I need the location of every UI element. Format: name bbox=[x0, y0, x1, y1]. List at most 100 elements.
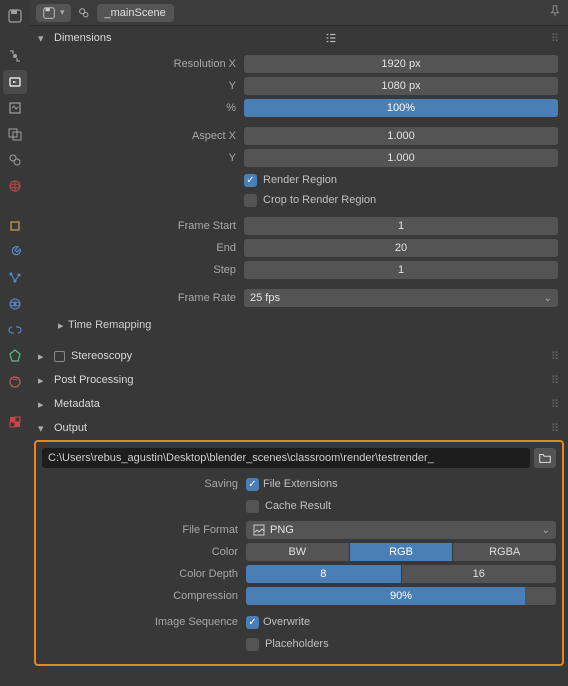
frame-start-label: Frame Start bbox=[40, 220, 240, 232]
scene-name-field[interactable]: _mainScene bbox=[97, 4, 174, 22]
placeholders-label: Placeholders bbox=[265, 638, 329, 650]
object-icon[interactable] bbox=[3, 214, 27, 238]
compression-label: Compression bbox=[42, 590, 242, 602]
aspect-y-field[interactable]: 1.000 bbox=[244, 149, 558, 167]
image-icon bbox=[252, 523, 266, 537]
metadata-header[interactable]: ▸ Metadata ⠿ bbox=[30, 392, 568, 416]
aspect-x-field[interactable]: 1.000 bbox=[244, 127, 558, 145]
res-y-field[interactable]: 1080 px bbox=[244, 77, 558, 95]
render-icon[interactable] bbox=[3, 70, 27, 94]
panel-drag-icon[interactable]: ⠿ bbox=[551, 32, 560, 45]
output-title: Output bbox=[54, 422, 87, 434]
crop-region-label: Crop to Render Region bbox=[263, 194, 376, 206]
collapse-arrow-icon: ▾ bbox=[38, 422, 48, 435]
res-y-label: Y bbox=[40, 80, 240, 92]
expand-arrow-icon: ▸ bbox=[38, 350, 48, 363]
expand-arrow-icon: ▸ bbox=[52, 319, 64, 332]
expand-arrow-icon: ▸ bbox=[38, 398, 48, 411]
aspect-x-label: Aspect X bbox=[40, 130, 240, 142]
compression-slider[interactable]: 90% bbox=[246, 587, 556, 605]
color-bw-button[interactable]: BW bbox=[246, 543, 349, 561]
world-icon[interactable] bbox=[3, 174, 27, 198]
folder-icon bbox=[538, 451, 552, 465]
pin-icon[interactable] bbox=[548, 4, 562, 21]
crop-region-checkbox[interactable] bbox=[244, 194, 257, 207]
dimensions-title: Dimensions bbox=[54, 32, 111, 44]
particles-icon[interactable] bbox=[3, 266, 27, 290]
physics-icon[interactable] bbox=[3, 292, 27, 316]
cache-result-checkbox[interactable] bbox=[246, 500, 259, 513]
expand-arrow-icon: ▸ bbox=[38, 374, 48, 387]
scene-icon[interactable] bbox=[3, 148, 27, 172]
texture-icon[interactable] bbox=[3, 410, 27, 434]
left-toolbar bbox=[0, 0, 30, 686]
frame-end-field[interactable]: 20 bbox=[244, 239, 558, 257]
panel-drag-icon[interactable]: ⠿ bbox=[551, 398, 560, 411]
file-extensions-checkbox[interactable]: ✓ bbox=[246, 478, 259, 491]
collapse-arrow-icon: ▾ bbox=[38, 32, 48, 45]
depth-8-button[interactable]: 8 bbox=[246, 565, 401, 583]
time-remapping-header[interactable]: ▸ Time Remapping bbox=[40, 314, 558, 336]
placeholders-checkbox[interactable] bbox=[246, 638, 259, 651]
cache-result-label: Cache Result bbox=[265, 500, 331, 512]
frame-start-field[interactable]: 1 bbox=[244, 217, 558, 235]
save-dropdown-icon[interactable] bbox=[3, 4, 27, 28]
overwrite-checkbox[interactable]: ✓ bbox=[246, 616, 259, 629]
frame-step-field[interactable]: 1 bbox=[244, 261, 558, 279]
panel-drag-icon[interactable]: ⠿ bbox=[551, 350, 560, 363]
frame-rate-label: Frame Rate bbox=[40, 292, 240, 304]
chevron-down-icon: ⌄ bbox=[544, 293, 552, 304]
constraint-icon[interactable] bbox=[3, 318, 27, 342]
metadata-title: Metadata bbox=[54, 398, 100, 410]
color-label: Color bbox=[42, 546, 242, 558]
viewlayer-icon[interactable] bbox=[3, 122, 27, 146]
output-header[interactable]: ▾ Output ⠿ bbox=[30, 416, 568, 440]
panel-drag-icon[interactable]: ⠿ bbox=[551, 422, 560, 435]
post-processing-title: Post Processing bbox=[54, 374, 133, 386]
color-rgba-button[interactable]: RGBA bbox=[453, 543, 556, 561]
frame-step-label: Step bbox=[40, 264, 240, 276]
preset-list-icon[interactable] bbox=[323, 30, 339, 46]
color-depth-label: Color Depth bbox=[42, 568, 242, 580]
frame-end-label: End bbox=[40, 242, 240, 254]
output-path-field[interactable]: C:\Users\rebus_agustin\Desktop\blender_s… bbox=[42, 448, 530, 468]
time-remapping-label: Time Remapping bbox=[68, 319, 151, 331]
res-pct-slider[interactable]: 100% bbox=[244, 99, 558, 117]
file-format-dropdown[interactable]: PNG ⌄ bbox=[246, 521, 556, 539]
render-region-checkbox[interactable]: ✓ bbox=[244, 174, 257, 187]
res-x-label: Resolution X bbox=[40, 58, 240, 70]
panel-header: ▾ _mainScene bbox=[30, 0, 568, 26]
tool-icon[interactable] bbox=[3, 44, 27, 68]
overwrite-label: Overwrite bbox=[263, 616, 310, 628]
dimensions-header[interactable]: ▾ Dimensions ⠿ bbox=[30, 26, 568, 50]
saving-label: Saving bbox=[42, 478, 242, 490]
color-mode-group: BW RGB RGBA bbox=[246, 543, 556, 561]
mesh-icon[interactable] bbox=[3, 344, 27, 368]
scene-icon-small bbox=[77, 6, 91, 20]
stereoscopy-header[interactable]: ▸ Stereoscopy ⠿ bbox=[30, 344, 568, 368]
dimensions-panel: ▾ Dimensions ⠿ Resolution X 1920 px Y 10… bbox=[30, 26, 568, 344]
panel-drag-icon[interactable]: ⠿ bbox=[551, 374, 560, 387]
browse-folder-button[interactable] bbox=[534, 448, 556, 468]
post-processing-header[interactable]: ▸ Post Processing ⠿ bbox=[30, 368, 568, 392]
res-x-field[interactable]: 1920 px bbox=[244, 55, 558, 73]
modifier-icon[interactable] bbox=[3, 240, 27, 264]
render-region-label: Render Region bbox=[263, 174, 337, 186]
chevron-down-icon: ⌄ bbox=[542, 525, 550, 536]
stereoscopy-title: Stereoscopy bbox=[71, 350, 132, 362]
properties-panel: ▾ _mainScene ▾ Dimensions ⠿ Resolution X… bbox=[30, 0, 568, 686]
output-icon[interactable] bbox=[3, 96, 27, 120]
depth-16-button[interactable]: 16 bbox=[402, 565, 557, 583]
frame-rate-dropdown[interactable]: 25 fps ⌄ bbox=[244, 289, 558, 307]
aspect-y-label: Y bbox=[40, 152, 240, 164]
color-depth-group: 8 16 bbox=[246, 565, 556, 583]
color-rgb-button[interactable]: RGB bbox=[350, 543, 453, 561]
material-icon[interactable] bbox=[3, 370, 27, 394]
image-sequence-label: Image Sequence bbox=[42, 616, 242, 628]
file-extensions-label: File Extensions bbox=[263, 478, 338, 490]
editor-type-selector[interactable]: ▾ bbox=[36, 4, 71, 22]
res-pct-label: % bbox=[40, 102, 240, 114]
stereoscopy-enable-checkbox[interactable] bbox=[54, 351, 65, 362]
output-panel-body: C:\Users\rebus_agustin\Desktop\blender_s… bbox=[34, 440, 564, 666]
file-format-label: File Format bbox=[42, 524, 242, 536]
